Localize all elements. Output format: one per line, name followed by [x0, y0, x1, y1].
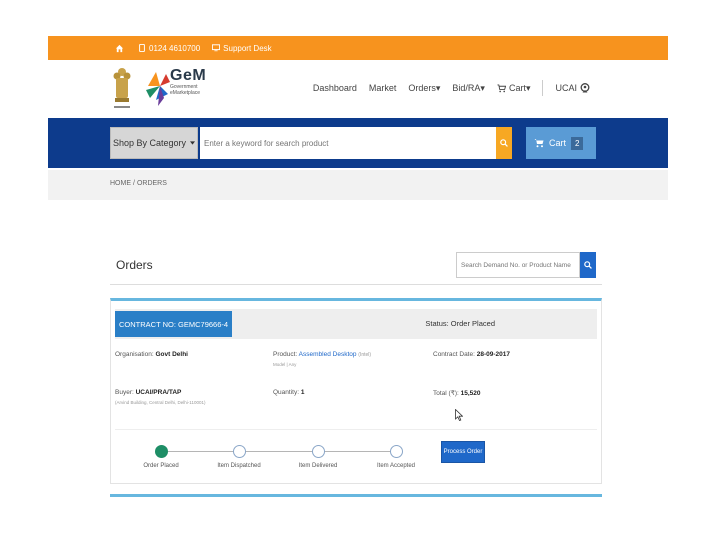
order-status: Status: Order Placed — [425, 319, 495, 328]
process-order-button[interactable]: Process Order — [441, 441, 485, 463]
support-desk-link[interactable]: Support Desk — [212, 43, 272, 53]
buyer-label: Buyer: — [115, 389, 134, 396]
nav-orders[interactable]: Orders▾ — [408, 83, 440, 94]
top-bar: 0124 4610700 Support Desk — [48, 36, 668, 60]
breadcrumb-home[interactable]: HOME — [110, 180, 131, 187]
nav-divider — [542, 80, 544, 96]
nav-dashboard[interactable]: Dashboard — [313, 83, 357, 93]
shop-by-category-label: Shop By Category — [112, 138, 187, 148]
orders-search-input[interactable] — [456, 252, 580, 278]
contract-number-badge[interactable]: CONTRACT NO: GEMC79666-4 — [115, 311, 233, 337]
progress-step-item-delivered — [312, 445, 325, 458]
shop-by-category-button[interactable]: Shop By Category — [110, 127, 198, 159]
phone-link[interactable]: 0124 4610700 — [138, 44, 200, 53]
gem-logo-text: GeM — [170, 67, 207, 84]
gem-logo-line2: eMarketplace — [170, 90, 201, 96]
breadcrumb-separator: / — [133, 180, 135, 187]
product-sub: Model | Any — [273, 362, 297, 367]
product-field: Product: Assembled Desktop (Intel) Model… — [273, 351, 371, 367]
nav-cart-label: Cart▾ — [508, 82, 531, 93]
buyer-value: UCAI/PRA/TAP — [135, 389, 182, 396]
progress-step-item-dispatched — [233, 445, 246, 458]
step-label-item-dispatched: Item Dispatched — [217, 463, 261, 469]
mouse-cursor-icon — [455, 409, 463, 421]
quantity-value: 1 — [300, 389, 305, 396]
product-label: Product: — [273, 351, 298, 358]
section-divider — [110, 284, 602, 285]
step-label-item-delivered: Item Delivered — [298, 463, 338, 469]
orders-search — [456, 252, 596, 278]
order-progress — [155, 445, 403, 459]
order-card-header: CONTRACT NO: GEMC79666-4 Status: Order P… — [115, 309, 597, 339]
step-label-item-accepted: Item Accepted — [376, 463, 416, 469]
total-label: Total (₹): — [433, 390, 459, 397]
nav-bid-ra[interactable]: Bid/RA▾ — [452, 83, 485, 94]
organisation-field: Organisation: Govt Delhi — [115, 351, 188, 358]
user-name: UCAI — [555, 83, 577, 93]
cart-label: Cart — [549, 138, 567, 148]
search-icon — [500, 139, 508, 147]
product-search — [200, 127, 512, 159]
cart-icon — [534, 139, 544, 148]
buyer-address: (Arvind Building, Central Delhi, Delhi-1… — [115, 400, 206, 405]
progress-step-item-accepted — [390, 445, 403, 458]
phone-icon — [139, 44, 145, 52]
cart-button[interactable]: Cart 2 — [526, 127, 596, 159]
product-link[interactable]: Assembled Desktop — [299, 351, 357, 358]
search-band: Shop By Category Cart 2 — [48, 118, 668, 168]
total-field: Total (₹): 15,520 — [433, 389, 481, 397]
product-search-button[interactable] — [496, 127, 512, 159]
total-value: 15,520 — [460, 390, 481, 397]
nav-market[interactable]: Market — [369, 83, 397, 93]
cart-count-badge: 2 — [571, 136, 584, 150]
page-title: Orders — [116, 258, 153, 272]
home-icon[interactable] — [112, 41, 126, 55]
main-nav: Dashboard Market Orders▾ Bid/RA▾ Cart▾ U… — [313, 80, 590, 96]
user-icon — [580, 83, 590, 93]
next-card-top-border — [110, 494, 602, 497]
card-divider — [115, 429, 597, 430]
progress-line — [160, 451, 396, 452]
site-header: GeM Government eMarketplace Dashboard Ma… — [48, 60, 668, 118]
product-search-input[interactable] — [200, 127, 496, 159]
organisation-value: Govt Delhi — [155, 351, 188, 358]
organisation-label: Organisation: — [115, 351, 154, 358]
step-label-order-placed: Order Placed — [143, 463, 179, 469]
phone-number: 0124 4610700 — [149, 43, 201, 53]
contract-date-value: 28-09-2017 — [476, 351, 510, 358]
contract-date-label: Contract Date: — [433, 351, 475, 358]
gem-wordmark: GeM Government eMarketplace — [170, 67, 207, 97]
breadcrumb: HOME / ORDERS — [110, 180, 167, 187]
search-icon — [584, 261, 592, 269]
national-emblem-icon — [113, 68, 131, 108]
cart-icon — [497, 83, 506, 92]
order-card: CONTRACT NO: GEMC79666-4 Status: Order P… — [110, 298, 602, 484]
progress-step-order-placed — [155, 445, 168, 458]
contract-date-field: Contract Date: 28-09-2017 — [433, 351, 510, 358]
breadcrumb-bar: HOME / ORDERS — [48, 170, 668, 200]
orders-search-button[interactable] — [580, 252, 596, 278]
quantity-field: Quantity: 1 — [273, 389, 304, 396]
browser-frame: 0124 4610700 Support Desk GeM Government… — [48, 36, 668, 506]
monitor-icon — [212, 44, 221, 52]
product-suffix: (Intel) — [358, 352, 372, 358]
buyer-field: Buyer: UCAI/PRA/TAP (Arvind Building, Ce… — [115, 389, 205, 405]
breadcrumb-current: ORDERS — [136, 180, 167, 187]
user-menu[interactable]: UCAI — [555, 83, 590, 93]
support-desk-label: Support Desk — [223, 43, 272, 53]
caret-down-icon — [190, 141, 196, 145]
nav-cart[interactable]: Cart▾ — [497, 82, 531, 94]
quantity-label: Quantity: — [273, 389, 300, 396]
